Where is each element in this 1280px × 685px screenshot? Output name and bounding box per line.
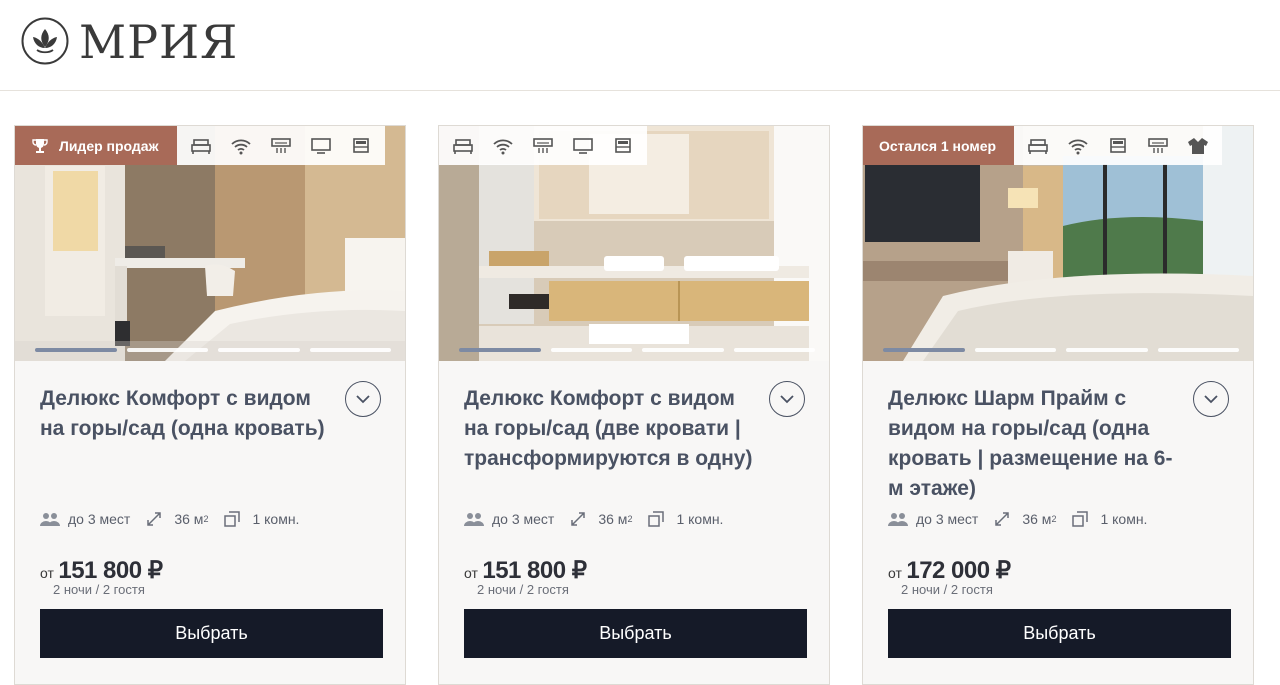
air-conditioner-icon xyxy=(1138,126,1178,165)
room-area: 36 м2 xyxy=(598,511,633,527)
guests-icon xyxy=(888,510,910,528)
carousel-dot[interactable] xyxy=(1157,348,1239,352)
wifi-icon xyxy=(221,126,261,165)
expand-button[interactable] xyxy=(769,381,805,417)
amenities-bar xyxy=(176,126,385,165)
chevron-down-icon xyxy=(356,394,370,403)
price-block: от 151 800 ₽ 2 ночи / 2 гостя xyxy=(40,556,163,597)
carousel-dot[interactable] xyxy=(1066,348,1148,352)
price-value: 151 800 ₽ xyxy=(58,557,163,584)
bathrobe-icon xyxy=(1178,126,1218,165)
price-note: 2 ночи / 2 гостя xyxy=(53,582,145,597)
trophy-icon xyxy=(32,138,48,153)
price-value: 172 000 ₽ xyxy=(906,557,1011,584)
amenities-bar xyxy=(439,126,647,165)
bed-icon xyxy=(1018,126,1058,165)
tv-icon xyxy=(563,126,603,165)
site-header: МРИЯ xyxy=(0,0,1280,91)
single-bed-icon xyxy=(603,126,643,165)
room-specs: до 3 мест 36 м2 1 комн. xyxy=(464,510,739,528)
price-note: 2 ночи / 2 гостя xyxy=(901,582,993,597)
area-icon xyxy=(994,510,1016,528)
select-button[interactable]: Выбрать xyxy=(40,609,383,658)
badge-last-room: Остался 1 номер xyxy=(863,126,1015,165)
logo-text[interactable]: МРИЯ xyxy=(79,14,238,70)
carousel-dot[interactable] xyxy=(974,348,1056,352)
rooms-count: 1 комн. xyxy=(676,511,724,527)
price-prefix: от xyxy=(464,565,478,581)
carousel-dot[interactable] xyxy=(309,348,391,352)
carousel-dot[interactable] xyxy=(733,348,815,352)
bed-icon xyxy=(443,126,483,165)
logo-leaf-icon[interactable] xyxy=(21,17,69,65)
room-card: Делюкс Комфорт с видом на горы/сад (две … xyxy=(438,125,830,685)
room-area: 36 м2 xyxy=(174,511,209,527)
rooms-icon xyxy=(224,510,246,528)
badge-bestseller: Лидер продаж xyxy=(15,126,177,165)
air-conditioner-icon xyxy=(261,126,301,165)
price-prefix: от xyxy=(888,565,902,581)
carousel-dot[interactable] xyxy=(883,348,965,352)
price-block: от 151 800 ₽ 2 ночи / 2 гостя xyxy=(464,556,587,597)
room-card: Лидер продаж Делюкс Комфорт с видом на г… xyxy=(14,125,406,685)
room-specs: до 3 мест 36 м2 1 комн. xyxy=(40,510,315,528)
carousel-dot[interactable] xyxy=(459,348,541,352)
chevron-down-icon xyxy=(1204,394,1218,403)
carousel-dot[interactable] xyxy=(550,348,632,352)
carousel-dot[interactable] xyxy=(642,348,724,352)
air-conditioner-icon xyxy=(523,126,563,165)
rooms-count: 1 комн. xyxy=(252,511,300,527)
price-value: 151 800 ₽ xyxy=(482,557,587,584)
expand-button[interactable] xyxy=(345,381,381,417)
rooms-icon xyxy=(648,510,670,528)
carousel-dot[interactable] xyxy=(35,348,117,352)
room-title[interactable]: Делюкс Комфорт с видом на горы/сад (одна… xyxy=(40,384,340,444)
tv-icon xyxy=(301,126,341,165)
badge-text: Лидер продаж xyxy=(59,137,159,154)
guests-capacity: до 3 мест xyxy=(68,511,131,527)
area-icon xyxy=(570,510,592,528)
single-bed-icon xyxy=(1098,126,1138,165)
badge-text: Остался 1 номер xyxy=(879,137,997,154)
carousel-dot[interactable] xyxy=(218,348,300,352)
room-card: Остался 1 номер Делюкс Шарм Прайм с видо… xyxy=(862,125,1254,685)
room-title[interactable]: Делюкс Комфорт с видом на горы/сад (две … xyxy=(464,384,764,474)
chevron-down-icon xyxy=(780,394,794,403)
guests-capacity: до 3 мест xyxy=(916,511,979,527)
guests-capacity: до 3 мест xyxy=(492,511,555,527)
price-block: от 172 000 ₽ 2 ночи / 2 гостя xyxy=(888,556,1011,597)
single-bed-icon xyxy=(341,126,381,165)
card-topbar: Лидер продаж xyxy=(15,126,385,165)
area-icon xyxy=(146,510,168,528)
expand-button[interactable] xyxy=(1193,381,1229,417)
bed-icon xyxy=(181,126,221,165)
room-title[interactable]: Делюкс Шарм Прайм с видом на горы/сад (о… xyxy=(888,384,1188,504)
amenities-bar xyxy=(1014,126,1223,165)
carousel-dot[interactable] xyxy=(126,348,208,352)
guests-icon xyxy=(40,510,62,528)
wifi-icon xyxy=(1058,126,1098,165)
price-prefix: от xyxy=(40,565,54,581)
rooms-count: 1 комн. xyxy=(1100,511,1148,527)
room-specs: до 3 мест 36 м2 1 комн. xyxy=(888,510,1163,528)
guests-icon xyxy=(464,510,486,528)
room-area: 36 м2 xyxy=(1022,511,1057,527)
card-topbar xyxy=(439,126,647,165)
rooms-icon xyxy=(1072,510,1094,528)
price-note: 2 ночи / 2 гостя xyxy=(477,582,569,597)
card-topbar: Остался 1 номер xyxy=(863,126,1223,165)
wifi-icon xyxy=(483,126,523,165)
select-button[interactable]: Выбрать xyxy=(464,609,807,658)
select-button[interactable]: Выбрать xyxy=(888,609,1231,658)
